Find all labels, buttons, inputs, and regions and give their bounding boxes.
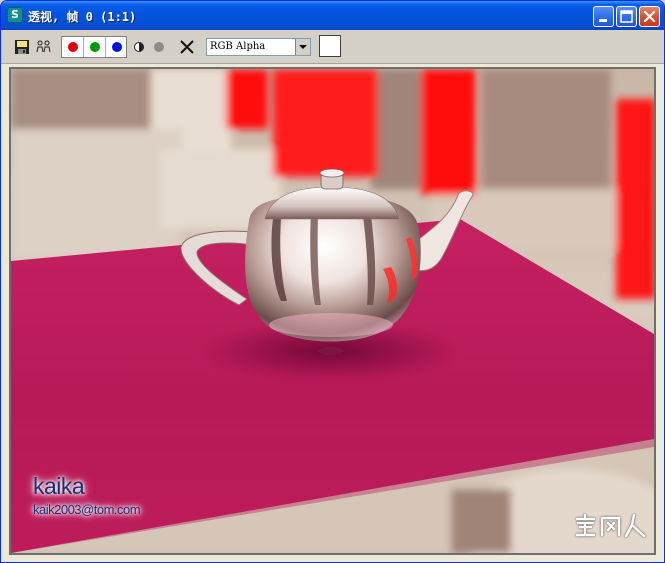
watermark-email: kaik2003@tom.com (33, 502, 141, 517)
watermark-name: kaika (33, 473, 85, 499)
window-title: 透视, 帧 0 (1:1) (28, 10, 137, 24)
save-icon[interactable] (14, 38, 30, 56)
color-swatch[interactable] (319, 35, 341, 57)
clear-icon[interactable] (179, 38, 195, 56)
rendered-image (11, 69, 654, 553)
alpha-gray-icon[interactable] (153, 38, 165, 56)
green-channel-button[interactable] (84, 37, 106, 57)
close-icon (643, 10, 656, 23)
blue-channel-button[interactable] (106, 37, 128, 57)
title-bar[interactable]: S 透视, 帧 0 (1:1) (1, 1, 664, 30)
close-button[interactable] (639, 6, 660, 27)
maximize-button[interactable] (616, 6, 637, 27)
red-channel-icon (68, 42, 78, 52)
red-channel-button[interactable] (62, 37, 84, 57)
signature-logo (575, 513, 646, 538)
minimize-button[interactable] (593, 6, 614, 27)
channel-toggle-group (61, 36, 127, 58)
blue-channel-icon (112, 42, 122, 52)
display-channel-select[interactable]: RGB Alpha (206, 38, 311, 56)
render-window: S 透视, 帧 0 (1:1) RGB Alpha kaika kaik2003… (0, 0, 665, 563)
monochrome-icon[interactable] (133, 38, 145, 56)
clone-icon[interactable] (35, 38, 53, 56)
chevron-down-icon (299, 45, 307, 49)
toolbar: RGB Alpha (1, 30, 664, 64)
render-viewport: kaika kaik2003@tom.com (9, 67, 656, 555)
green-channel-icon (90, 42, 100, 52)
channel-select-arrow[interactable] (295, 39, 310, 55)
minimize-icon (599, 19, 607, 22)
channel-select-value: RGB Alpha (210, 41, 266, 52)
maximize-icon (620, 10, 633, 23)
app-icon[interactable]: S (7, 7, 23, 23)
